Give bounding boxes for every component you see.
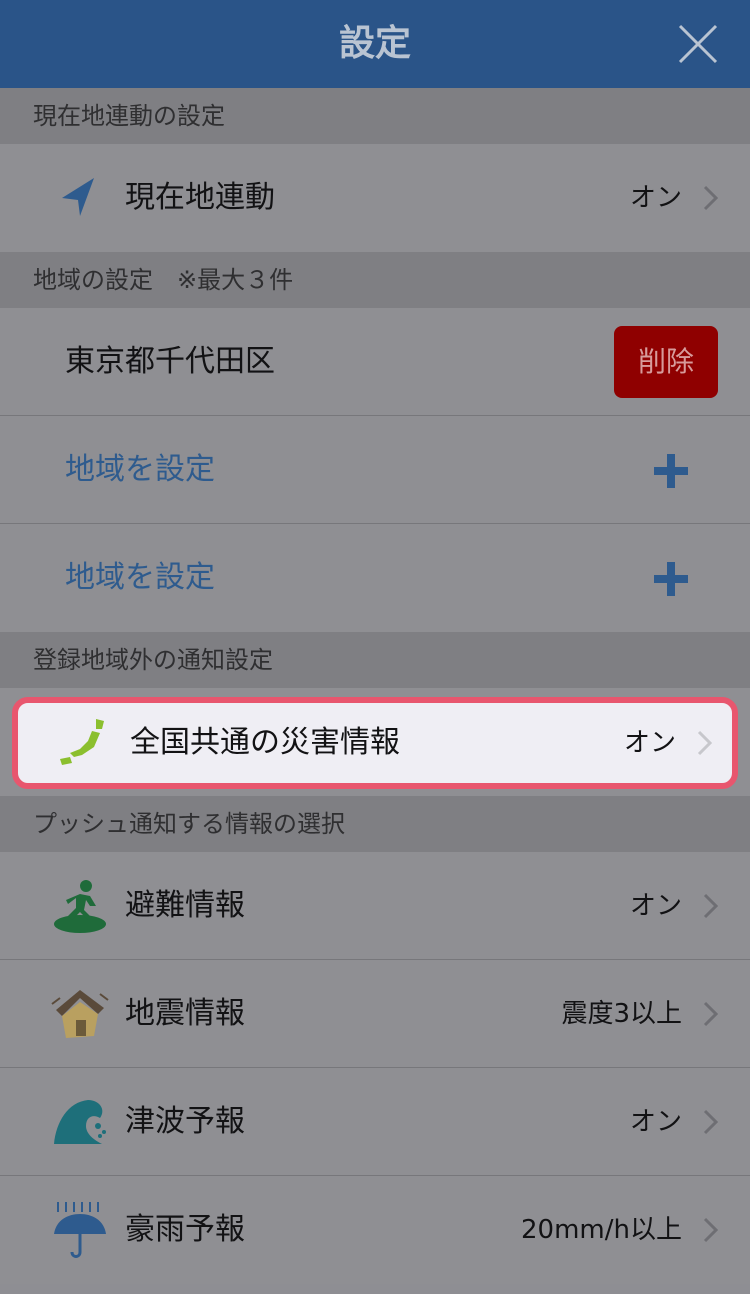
add-region-row[interactable]: 地域を設定 <box>0 416 750 524</box>
delete-region-button[interactable]: 削除 <box>614 326 718 398</box>
close-icon[interactable] <box>676 22 720 66</box>
push-item-tsunami[interactable]: 津波予報 オン <box>0 1068 750 1176</box>
chevron-right-icon <box>703 893 719 919</box>
region-name: 東京都千代田区 <box>65 344 275 379</box>
push-item-value: 震度3以上 <box>561 999 682 1029</box>
location-arrow-icon <box>62 178 94 216</box>
earthquake-house-icon <box>51 990 109 1038</box>
page-title: 設定 <box>338 23 411 64</box>
chevron-right-icon <box>697 730 713 756</box>
location-sync-value: オン <box>629 183 682 213</box>
section-header-outside: 登録地域外の通知設定 <box>0 632 750 688</box>
plus-icon <box>654 454 688 488</box>
chevron-right-icon <box>703 1001 719 1027</box>
chevron-right-icon <box>703 1217 719 1243</box>
tsunami-wave-icon <box>54 1100 106 1144</box>
push-item-value: オン <box>629 1107 682 1137</box>
region-row-registered: 東京都千代田区 削除 <box>0 308 750 416</box>
nationwide-disaster-row[interactable]: 全国共通の災害情報 オン <box>12 697 738 789</box>
push-item-label: 津波予報 <box>125 1104 245 1139</box>
chevron-right-icon <box>703 185 719 211</box>
add-region-label: 地域を設定 <box>65 452 215 487</box>
push-item-label: 避難情報 <box>125 888 245 923</box>
section-header-regions: 地域の設定 ※最大３件 <box>0 252 750 308</box>
add-region-row[interactable]: 地域を設定 <box>0 524 750 632</box>
push-item-label: 豪雨予報 <box>125 1212 245 1247</box>
add-region-label: 地域を設定 <box>65 560 215 595</box>
push-item-earthquake[interactable]: 地震情報 震度3以上 <box>0 960 750 1068</box>
location-sync-label: 現在地連動 <box>125 180 275 215</box>
nationwide-disaster-value: オン <box>623 728 676 758</box>
plus-icon <box>654 562 688 596</box>
push-item-value: オン <box>629 891 682 921</box>
chevron-right-icon <box>703 1109 719 1135</box>
section-header-location: 現在地連動の設定 <box>0 88 750 144</box>
section-header-push: プッシュ通知する情報の選択 <box>0 796 750 852</box>
rain-umbrella-icon <box>54 1202 106 1258</box>
push-item-evacuation[interactable]: 避難情報 オン <box>0 852 750 960</box>
japan-map-icon <box>60 719 104 765</box>
nationwide-disaster-label: 全国共通の災害情報 <box>130 725 400 760</box>
location-sync-row[interactable]: 現在地連動 オン <box>0 144 750 252</box>
navigation-bar: 設定 <box>0 0 750 88</box>
evacuation-icon <box>54 880 106 933</box>
push-item-label: 地震情報 <box>125 996 245 1031</box>
push-item-heavy-rain[interactable]: 豪雨予報 20mm/h以上 <box>0 1176 750 1284</box>
push-item-value: 20mm/h以上 <box>521 1215 682 1245</box>
